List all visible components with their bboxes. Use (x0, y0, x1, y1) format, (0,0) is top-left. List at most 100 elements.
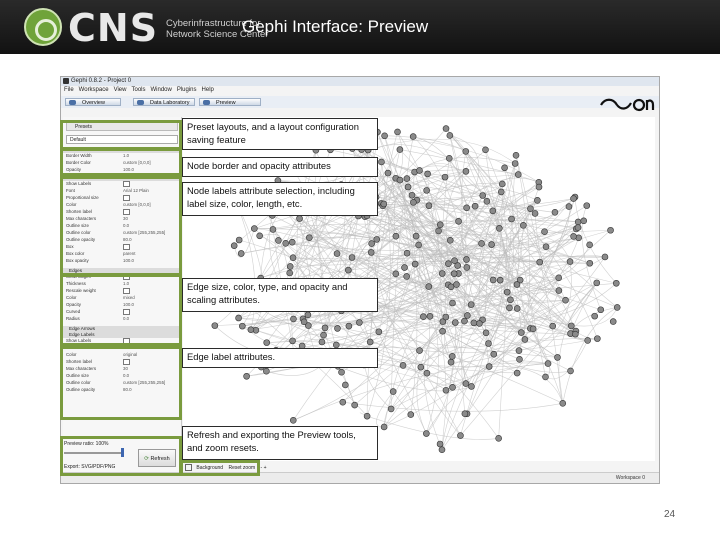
tab-overview[interactable]: Overview (65, 98, 121, 106)
graph-node (479, 192, 487, 199)
graph-node (467, 301, 475, 308)
logo-text: CNS (68, 6, 159, 50)
menu-plugins[interactable]: Plugins (177, 87, 197, 93)
graph-node (503, 288, 511, 296)
callout-refresh: Refresh and exporting the Preview tools,… (182, 426, 378, 460)
graph-node (559, 400, 567, 407)
graph-node (565, 203, 573, 210)
graph-node (423, 369, 431, 377)
graph-node (425, 283, 433, 290)
graph-node (436, 221, 444, 229)
window-titlebar: Gephi 0.8.2 - Project 0 (61, 77, 659, 86)
graph-node (442, 313, 450, 321)
graph-node (423, 187, 430, 194)
graph-node (574, 218, 582, 226)
callout-node-border: Node border and opacity attributes (182, 157, 378, 177)
graph-node (597, 306, 605, 314)
graph-node (580, 217, 588, 225)
graph-node (463, 264, 471, 271)
graph-node (490, 350, 498, 358)
graph-node (269, 226, 277, 233)
graph-node (320, 331, 327, 339)
menu-file[interactable]: File (64, 87, 74, 93)
graph-node (442, 386, 450, 394)
gephi-logo-icon (600, 98, 655, 112)
graph-node (451, 319, 459, 326)
graph-node (211, 322, 219, 329)
graph-node (612, 279, 620, 287)
graph-node (332, 341, 340, 349)
menu-window[interactable]: Window (151, 87, 172, 93)
menu-view[interactable]: View (114, 87, 127, 93)
graph-node (404, 183, 412, 191)
graph-node (593, 279, 601, 287)
graph-node (425, 202, 433, 209)
graph-node (392, 270, 400, 278)
graph-node (544, 360, 552, 367)
graph-node (424, 170, 431, 178)
menu-help[interactable]: Help (202, 87, 214, 93)
graph-node (453, 281, 460, 288)
highlight-presets (60, 120, 182, 150)
graph-node (399, 362, 407, 369)
graph-node (462, 148, 470, 155)
graph-node (496, 225, 503, 232)
graph-node (403, 175, 411, 182)
graph-node (591, 312, 598, 320)
graph-node (356, 319, 363, 326)
graph-node (613, 304, 621, 311)
graph-node (515, 347, 523, 354)
preview-icon (203, 100, 210, 105)
gephi-app-icon (63, 78, 69, 84)
graph-node (520, 221, 527, 229)
graph-node (304, 311, 312, 319)
graph-node (513, 281, 521, 288)
graph-node (609, 318, 617, 325)
graph-node (407, 411, 415, 418)
graph-node (263, 339, 271, 346)
zoom-controls[interactable]: - + (261, 465, 267, 471)
graph-node (334, 325, 341, 332)
cns-seal-icon (24, 8, 62, 46)
graph-node (289, 254, 297, 261)
graph-node (476, 320, 483, 327)
graph-node (389, 388, 397, 395)
graph-node (286, 269, 293, 277)
graph-node (449, 299, 456, 307)
highlight-nodes (60, 148, 182, 176)
graph-node (445, 155, 453, 162)
menu-workspace[interactable]: Workspace (79, 87, 109, 93)
graph-node (243, 372, 250, 380)
graph-node (409, 133, 417, 140)
graph-node (290, 315, 297, 323)
workspace-label[interactable]: Workspace 0 (616, 473, 645, 483)
tab-preview[interactable]: Preview (199, 98, 261, 106)
slide-header: CNS Cyberinfrastructure for Network Scie… (0, 0, 720, 54)
graph-node (483, 197, 491, 205)
graph-node (423, 430, 430, 437)
graph-node (512, 151, 520, 159)
tab-data-laboratory[interactable]: Data Laboratory (133, 98, 195, 106)
graph-node (289, 337, 296, 345)
menu-tools[interactable]: Tools (131, 87, 145, 93)
graph-node (410, 199, 417, 206)
graph-node (570, 233, 577, 240)
highlight-edge-labels (60, 346, 182, 420)
graph-node (506, 304, 513, 312)
graph-node (448, 353, 456, 360)
graph-node (286, 263, 294, 270)
graph-node (306, 234, 313, 241)
graph-node (412, 232, 420, 240)
graph-node (468, 383, 475, 390)
page-number: 24 (664, 509, 676, 520)
graph-node (438, 446, 446, 454)
graph-node (489, 276, 497, 284)
graph-node (380, 423, 388, 431)
graph-node (463, 256, 470, 263)
graph-node (471, 202, 479, 210)
graph-node (461, 317, 468, 325)
graph-node (501, 164, 508, 172)
highlight-bottom-bar (180, 460, 260, 476)
graph-node (554, 354, 561, 361)
graph-node (339, 398, 347, 406)
